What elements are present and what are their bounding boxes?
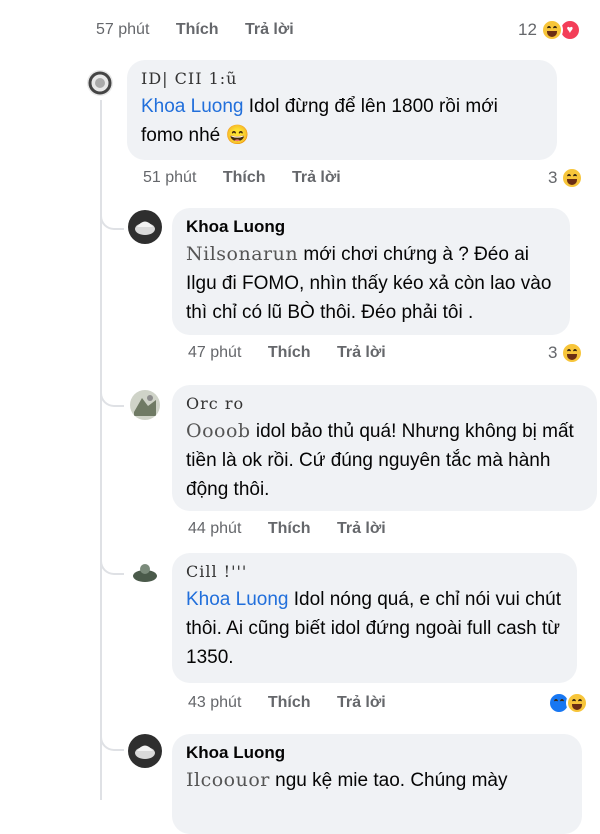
reply-button[interactable]: Trả lời: [245, 21, 294, 38]
comment-time: 47 phút: [188, 344, 242, 361]
reaction-count: 12: [518, 20, 537, 39]
thread-connector: [100, 385, 124, 407]
comment-meta: 47 phút Thích Trả lời: [188, 341, 408, 365]
comment-text: Nilsonarun mới chơi chứng à ? Đéo ai Ilg…: [186, 243, 552, 323]
haha-icon: [561, 342, 584, 364]
comment-text: Ilcoouor ngu kệ mie tao. Chúng mày: [186, 769, 508, 791]
obscured-text: Oooob: [186, 420, 251, 442]
thread-connector: [100, 553, 124, 575]
thread-line: [100, 100, 102, 800]
avatar[interactable]: [130, 390, 160, 420]
comment-author[interactable]: Khoa Luong: [186, 216, 556, 238]
avatar[interactable]: [87, 70, 113, 96]
comment-meta: 57 phút Thích Trả lời: [96, 18, 316, 42]
haha-icon: [561, 167, 584, 189]
comment-bubble: Orc ro Oooob idol bảo thủ quá! Nhưng khô…: [172, 385, 597, 511]
comment-bubble: Cill !''' Khoa Luong Idol nóng quá, e ch…: [172, 553, 577, 683]
reaction-count: 3: [548, 343, 558, 362]
reaction-summary[interactable]: 12 ♥: [518, 18, 581, 42]
like-button[interactable]: Thích: [223, 169, 266, 186]
obscured-text: Nilsonarun: [186, 243, 299, 265]
comment-bubble: ID| CII 1:ũ Khoa Luong Idol đừng để lên …: [127, 60, 557, 160]
like-button[interactable]: Thích: [268, 694, 311, 711]
reaction-count: 3: [548, 168, 558, 187]
avatar[interactable]: [128, 210, 162, 244]
thread-connector: [100, 208, 124, 230]
reaction-summary[interactable]: [548, 691, 588, 715]
reaction-summary[interactable]: 3: [548, 341, 584, 365]
mention-link[interactable]: Khoa Luong: [141, 96, 244, 117]
comment-bubble: Khoa Luong Ilcoouor ngu kệ mie tao. Chún…: [172, 734, 582, 834]
comment-author[interactable]: Orc ro: [186, 393, 583, 415]
comment-time: 51 phút: [143, 169, 197, 186]
comment-author[interactable]: Khoa Luong: [186, 742, 568, 764]
comment-meta: 43 phút Thích Trả lời: [188, 691, 408, 715]
haha-icon: [566, 692, 588, 714]
reaction-summary[interactable]: 3: [548, 166, 584, 190]
comment-meta: 51 phút Thích Trả lời: [143, 166, 363, 190]
reply-button[interactable]: Trả lời: [292, 169, 341, 186]
reply-button[interactable]: Trả lời: [337, 344, 386, 361]
like-button[interactable]: Thích: [268, 520, 311, 537]
comment-text: Khoa Luong Idol đừng để lên 1800 rồi mới…: [141, 96, 498, 146]
comment-bubble: Khoa Luong Nilsonarun mới chơi chứng à ?…: [172, 208, 570, 335]
avatar[interactable]: [130, 558, 160, 588]
comment-author[interactable]: ID| CII 1:ũ: [141, 68, 543, 90]
like-button[interactable]: Thích: [268, 344, 311, 361]
comment-meta: 44 phút Thích Trả lời: [188, 517, 408, 541]
reply-button[interactable]: Trả lời: [337, 694, 386, 711]
reply-button[interactable]: Trả lời: [337, 520, 386, 537]
avatar[interactable]: [128, 734, 162, 768]
comment-author[interactable]: Cill !''': [186, 561, 563, 583]
haha-icon: [540, 19, 563, 41]
comment-time: 44 phút: [188, 520, 242, 537]
obscured-text: Ilcoouor: [186, 769, 270, 791]
like-button[interactable]: Thích: [176, 21, 219, 38]
comment-text: Khoa Luong Idol nóng quá, e chỉ nói vui …: [186, 589, 562, 668]
comment-time: 43 phút: [188, 694, 242, 711]
comment-text: Oooob idol bảo thủ quá! Nhưng không bị m…: [186, 420, 574, 500]
mention-link[interactable]: Khoa Luong: [186, 589, 289, 610]
thread-connector: [100, 729, 124, 751]
comment-time: 57 phút: [96, 21, 150, 38]
